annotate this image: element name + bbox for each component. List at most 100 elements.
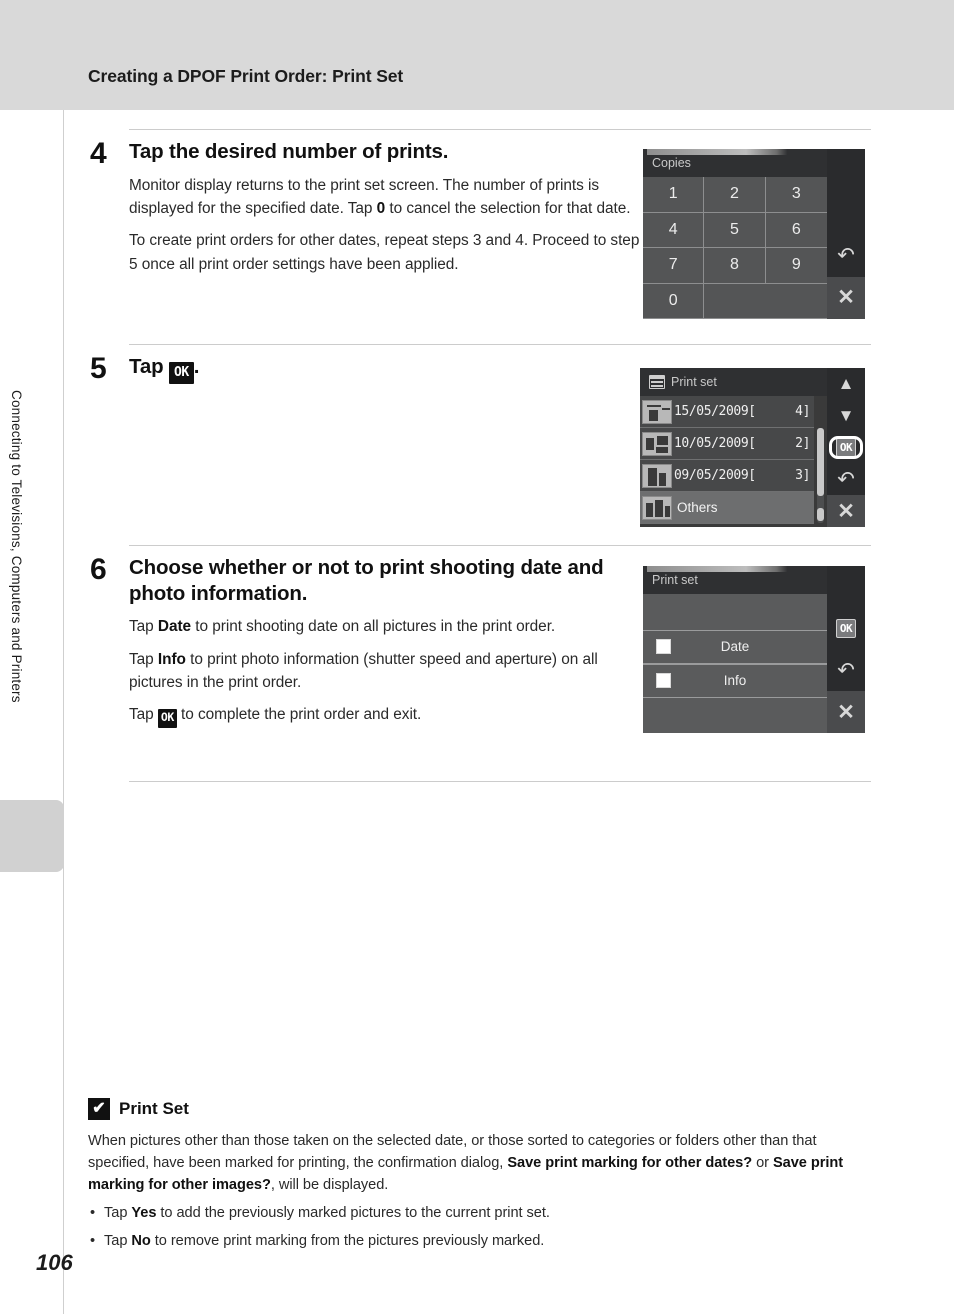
titlebar-sheen	[647, 566, 827, 572]
option-row-date[interactable]: Date	[643, 629, 827, 664]
keypad-key-5[interactable]: 5	[704, 212, 766, 248]
back-button[interactable]: ↶	[827, 463, 865, 495]
bullet-2-b: No	[131, 1232, 151, 1249]
bullet-1-b: Yes	[131, 1204, 157, 1221]
keypad-key-1[interactable]: 1	[643, 177, 705, 213]
step-4: 4 Tap the desired number of prints. Moni…	[90, 139, 650, 285]
step-6-p1-a: Tap	[129, 618, 158, 636]
sidebar-rule	[63, 110, 64, 1314]
bullet-2-a: Tap	[104, 1232, 132, 1249]
scroll-up-button[interactable]: ▲	[827, 368, 865, 400]
step-4-heading: Tap the desired number of prints.	[129, 140, 449, 163]
table-row[interactable]: 10/05/2009[ 2]	[640, 428, 814, 460]
step-4-paragraph-2: To create print orders for other dates, …	[129, 232, 640, 273]
back-button[interactable]: ↶	[827, 650, 865, 692]
back-icon: ↶	[837, 658, 855, 682]
date-label: Date	[720, 639, 750, 654]
print-set-title: Print set	[671, 375, 717, 389]
bullet-1-c: to add the previously marked pictures to…	[156, 1204, 550, 1221]
divider-top	[129, 129, 871, 130]
rail-spacer-a	[827, 149, 865, 192]
page-header-band	[0, 0, 954, 110]
scrollbar-thumb-lower[interactable]	[817, 507, 824, 521]
note-title: Print Set	[119, 1099, 189, 1118]
close-icon: ✕	[837, 499, 855, 523]
keypad-key-7[interactable]: 7	[643, 248, 705, 284]
keypad-key-4[interactable]: 4	[643, 212, 705, 248]
back-icon: ↶	[837, 243, 855, 267]
keypad-key-8[interactable]: 8	[704, 248, 766, 284]
table-row[interactable]: 15/05/2009[ 4]	[640, 396, 814, 428]
keypad-key-6[interactable]: 6	[765, 213, 827, 248]
step-6-p1-bold: Date	[157, 618, 192, 636]
scrollbar-thumb[interactable]	[817, 428, 824, 497]
row-date: 15/05/2009[	[674, 404, 756, 419]
option-row-info[interactable]: Info	[643, 663, 827, 698]
lcd-screen-print-set-options: Print set Date Info OK ↶ ✕	[643, 566, 865, 733]
scroll-down-button[interactable]: ▼	[827, 400, 865, 432]
step-5-number: 5	[90, 352, 107, 385]
table-row[interactable]: 09/05/2009[ 3]	[640, 460, 814, 492]
divider-bottom	[129, 781, 871, 782]
keypad-key-0[interactable]: 0	[643, 283, 705, 319]
copies-titlebar: Copies	[643, 149, 827, 177]
close-button[interactable]: ✕	[827, 276, 865, 319]
page-number: 106	[36, 1250, 73, 1275]
print-set-options-title: Print set	[652, 573, 698, 587]
step-4-p1-bold: 0	[376, 200, 386, 218]
keypad-key-3[interactable]: 3	[765, 177, 827, 213]
step-6-paragraph-3: Tap OK to complete the print order and e…	[129, 703, 650, 728]
row-count: 2]	[795, 436, 810, 451]
step-6-heading: Choose whether or not to print shooting …	[129, 556, 604, 605]
row-label: Others	[677, 500, 718, 515]
step-6-p2-c: to print photo information (shutter spee…	[129, 650, 598, 692]
bullet-2-c: to remove print marking from the picture…	[150, 1232, 545, 1249]
close-icon: ✕	[837, 286, 855, 310]
print-set-list-body: Print set 15/05/2009[ 4] 10/05/2009[ 2] …	[640, 368, 827, 527]
keypad-blank-2	[765, 284, 827, 319]
row-count: 4]	[795, 404, 810, 419]
ok-button-highlight	[829, 435, 863, 460]
divider-step5	[129, 344, 871, 345]
step-6-p3-c: to complete the print order and exit.	[181, 706, 422, 724]
close-button[interactable]: ✕	[827, 691, 865, 733]
print-set-options-list: Date Info	[643, 594, 827, 733]
table-row[interactable]: Others	[640, 492, 814, 524]
step-6-p2-bold: Info	[157, 650, 186, 668]
close-button[interactable]: ✕	[827, 495, 865, 527]
back-button[interactable]: ↶	[827, 234, 865, 277]
keypad-blank-1	[704, 284, 766, 319]
close-icon: ✕	[837, 700, 855, 724]
step-6-paragraph-2: Tap Info to print photo information (shu…	[129, 648, 650, 695]
step-5: 5 Tap OK.	[90, 354, 650, 393]
note-body-e: , will be displayed.	[270, 1176, 389, 1193]
ok-icon: OK	[169, 362, 194, 384]
step-6-number: 6	[90, 553, 107, 586]
print-set-options-body: Print set Date Info	[643, 566, 827, 733]
lcd-screen-print-set-list: Print set 15/05/2009[ 4] 10/05/2009[ 2] …	[640, 368, 865, 527]
keypad-key-9[interactable]: 9	[765, 248, 827, 284]
step-6-p2-a: Tap	[129, 650, 158, 668]
print-set-row-list: 15/05/2009[ 4] 10/05/2009[ 2] 09/05/2009…	[640, 396, 827, 527]
page-title: Creating a DPOF Print Order: Print Set	[88, 66, 404, 86]
info-label: Info	[723, 673, 747, 688]
list-scrollbar[interactable]	[817, 428, 824, 523]
copies-keypad[interactable]: 1 2 3 4 5 6 7 8 9 0	[643, 177, 827, 319]
step-5-heading: Tap OK.	[129, 354, 650, 384]
step-6-paragraph-1: Tap Date to print shooting date on all p…	[129, 615, 650, 638]
rail-spacer-c	[827, 566, 865, 608]
ok-button[interactable]: OK	[827, 432, 865, 464]
rail-spacer-b	[827, 192, 865, 235]
note-header: ✔ Print Set	[88, 1098, 878, 1120]
print-set-titlebar: Print set	[640, 368, 827, 396]
keypad-key-2[interactable]: 2	[704, 177, 766, 213]
date-icon	[649, 375, 665, 389]
ok-button[interactable]: OK	[827, 608, 865, 650]
chapter-tab-marker	[0, 800, 64, 872]
step-6-p1-c: to print shooting date on all pictures i…	[191, 618, 556, 636]
step-4-number: 4	[90, 137, 107, 170]
options-spacer-bottom	[643, 698, 827, 734]
copies-screen-body: Copies 1 2 3 4 5 6 7 8 9 0	[643, 149, 827, 319]
list-item: Tap No to remove print marking from the …	[88, 1231, 878, 1253]
divider-step6	[129, 545, 871, 546]
